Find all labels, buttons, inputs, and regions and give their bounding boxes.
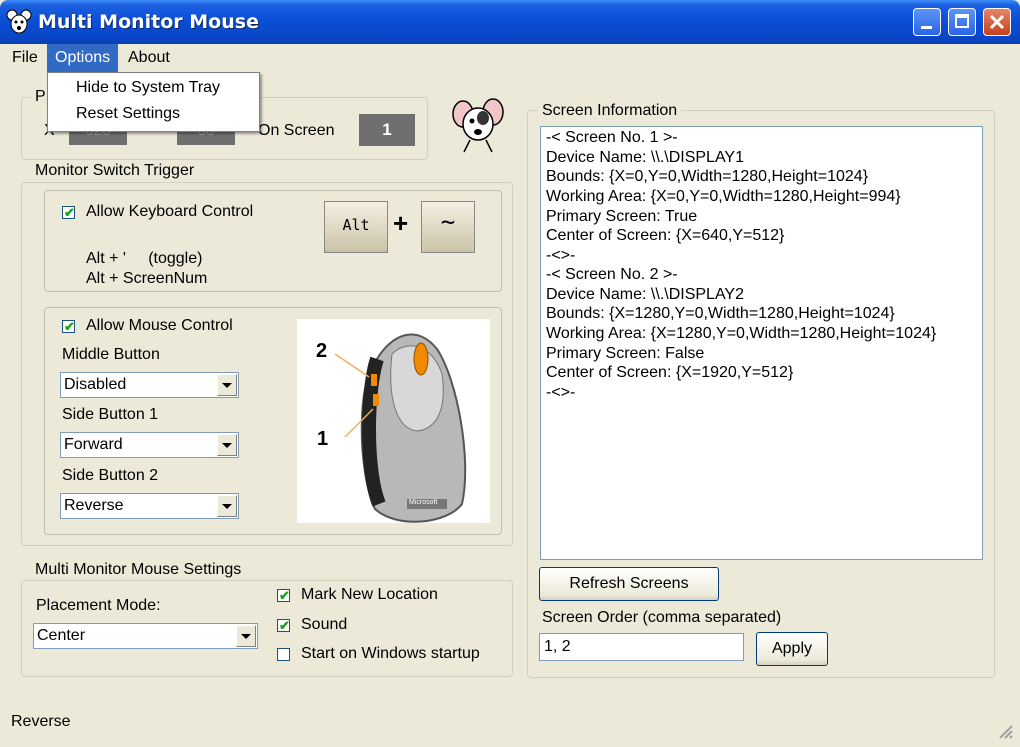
screen-order-input[interactable]: 1, 2 xyxy=(539,633,744,661)
info-line: Device Name: \\.\DISPLAY1 xyxy=(546,149,744,166)
middle-button-select[interactable]: Disabled xyxy=(60,372,239,398)
placement-mode-value: Center xyxy=(37,627,86,644)
menu-item-hide-to-tray[interactable]: Hide to System Tray xyxy=(76,79,220,97)
side-button-2-label: Side Button 2 xyxy=(62,467,159,484)
monitor-switch-trigger-label: Monitor Switch Trigger xyxy=(31,162,199,180)
checkmark-icon: ✔ xyxy=(64,319,75,334)
side-button-1-label: Side Button 1 xyxy=(62,406,159,423)
side-button-2-value: Reverse xyxy=(64,497,124,514)
info-line: -< Screen No. 1 >- xyxy=(546,129,678,146)
info-line: Bounds: {X=0,Y=0,Width=1280,Height=1024} xyxy=(546,168,869,185)
allow-mouse-checkbox[interactable]: ✔ xyxy=(62,320,75,333)
alt-key-icon: Alt xyxy=(324,201,388,253)
menu-item-reset-settings[interactable]: Reset Settings xyxy=(76,105,180,123)
screen-information-label: Screen Information xyxy=(538,102,682,120)
minimize-button[interactable] xyxy=(913,8,941,36)
resize-grip-icon[interactable] xyxy=(994,720,1014,740)
info-line: -<>- xyxy=(546,384,576,401)
startup-label: Start on Windows startup xyxy=(301,645,480,662)
keyboard-screennum-hint: Alt + ScreenNum xyxy=(86,270,208,287)
placement-mode-label: Placement Mode: xyxy=(36,597,161,614)
info-line: -< Screen No. 2 >- xyxy=(546,266,678,283)
sound-label: Sound xyxy=(301,616,348,633)
info-line: Primary Screen: False xyxy=(546,345,705,362)
close-icon xyxy=(989,14,1005,30)
middle-button-value: Disabled xyxy=(64,376,127,393)
refresh-screens-button[interactable]: Refresh Screens xyxy=(539,567,719,601)
menu-about[interactable]: About xyxy=(120,44,178,72)
close-button[interactable] xyxy=(983,8,1011,36)
window-title: Multi Monitor Mouse xyxy=(38,11,259,33)
menu-options[interactable]: Options xyxy=(47,44,119,72)
screen-order-value: 1, 2 xyxy=(544,638,571,655)
alt-key-label: Alt xyxy=(342,216,370,234)
menu-file[interactable]: File xyxy=(4,44,46,72)
checkmark-icon: ✔ xyxy=(279,588,290,603)
checkmark-icon: ✔ xyxy=(279,618,290,633)
mouse-illustration: 2 1 Microsoft xyxy=(297,319,490,523)
keyboard-toggle-hint: Alt + ' (toggle) xyxy=(86,250,203,267)
mouse-brand-logo: Microsoft xyxy=(409,499,438,506)
on-screen-value: 1 xyxy=(359,114,415,146)
info-line: Working Area: {X=0,Y=0,Width=1280,Height… xyxy=(546,188,901,205)
dropdown-arrow-icon[interactable] xyxy=(217,495,237,517)
dropdown-arrow-icon[interactable] xyxy=(217,374,237,396)
side-button-1-select[interactable]: Forward xyxy=(60,432,239,458)
placement-mode-select[interactable]: Center xyxy=(33,623,258,649)
info-line: Primary Screen: True xyxy=(546,208,698,225)
side-button-1-value: Forward xyxy=(64,436,123,453)
cartoon-mouse-icon[interactable] xyxy=(6,9,32,35)
tilde-key-label: ~ xyxy=(440,208,456,236)
tilde-key-icon: ~ xyxy=(421,201,475,253)
status-text: Reverse xyxy=(11,713,71,730)
key-plus-sign: + xyxy=(393,208,409,238)
settings-group-label: Multi Monitor Mouse Settings xyxy=(31,561,246,579)
checkmark-icon: ✔ xyxy=(64,205,75,220)
dropdown-arrow-icon[interactable] xyxy=(236,625,256,647)
info-line: Center of Screen: {X=640,Y=512} xyxy=(546,227,785,244)
info-line: Device Name: \\.\DISPLAY2 xyxy=(546,286,744,303)
on-screen-label: On Screen xyxy=(258,122,335,139)
maximize-button[interactable] xyxy=(948,8,976,36)
side-button-2-select[interactable]: Reverse xyxy=(60,493,239,519)
mark-new-location-checkbox[interactable]: ✔ xyxy=(277,589,290,602)
minimize-icon xyxy=(921,26,932,29)
dropdown-arrow-icon[interactable] xyxy=(217,434,237,456)
middle-button-label: Middle Button xyxy=(62,346,160,363)
mark-new-location-label: Mark New Location xyxy=(301,586,438,603)
maximize-icon xyxy=(955,14,969,28)
info-line: Working Area: {X=1280,Y=0,Width=1280,Hei… xyxy=(546,325,937,342)
info-line: Bounds: {X=1280,Y=0,Width=1280,Height=10… xyxy=(546,305,895,322)
screen-info-textbox[interactable]: -< Screen No. 1 >- Device Name: \\.\DISP… xyxy=(540,126,983,560)
apply-button[interactable]: Apply xyxy=(756,632,828,666)
allow-keyboard-label: Allow Keyboard Control xyxy=(86,203,254,220)
callout-2: 2 xyxy=(316,340,328,362)
callout-1: 1 xyxy=(317,428,329,450)
info-line: -<>- xyxy=(546,247,576,264)
screen-order-label: Screen Order (comma separated) xyxy=(542,609,782,626)
sound-checkbox[interactable]: ✔ xyxy=(277,619,290,632)
startup-checkbox[interactable] xyxy=(277,648,290,661)
info-line: Center of Screen: {X=1920,Y=512} xyxy=(546,364,794,381)
mouse-mascot-icon xyxy=(452,98,504,153)
allow-keyboard-checkbox[interactable]: ✔ xyxy=(62,206,75,219)
allow-mouse-label: Allow Mouse Control xyxy=(86,317,233,334)
options-menu-dropdown: Hide to System Tray Reset Settings xyxy=(47,72,260,132)
